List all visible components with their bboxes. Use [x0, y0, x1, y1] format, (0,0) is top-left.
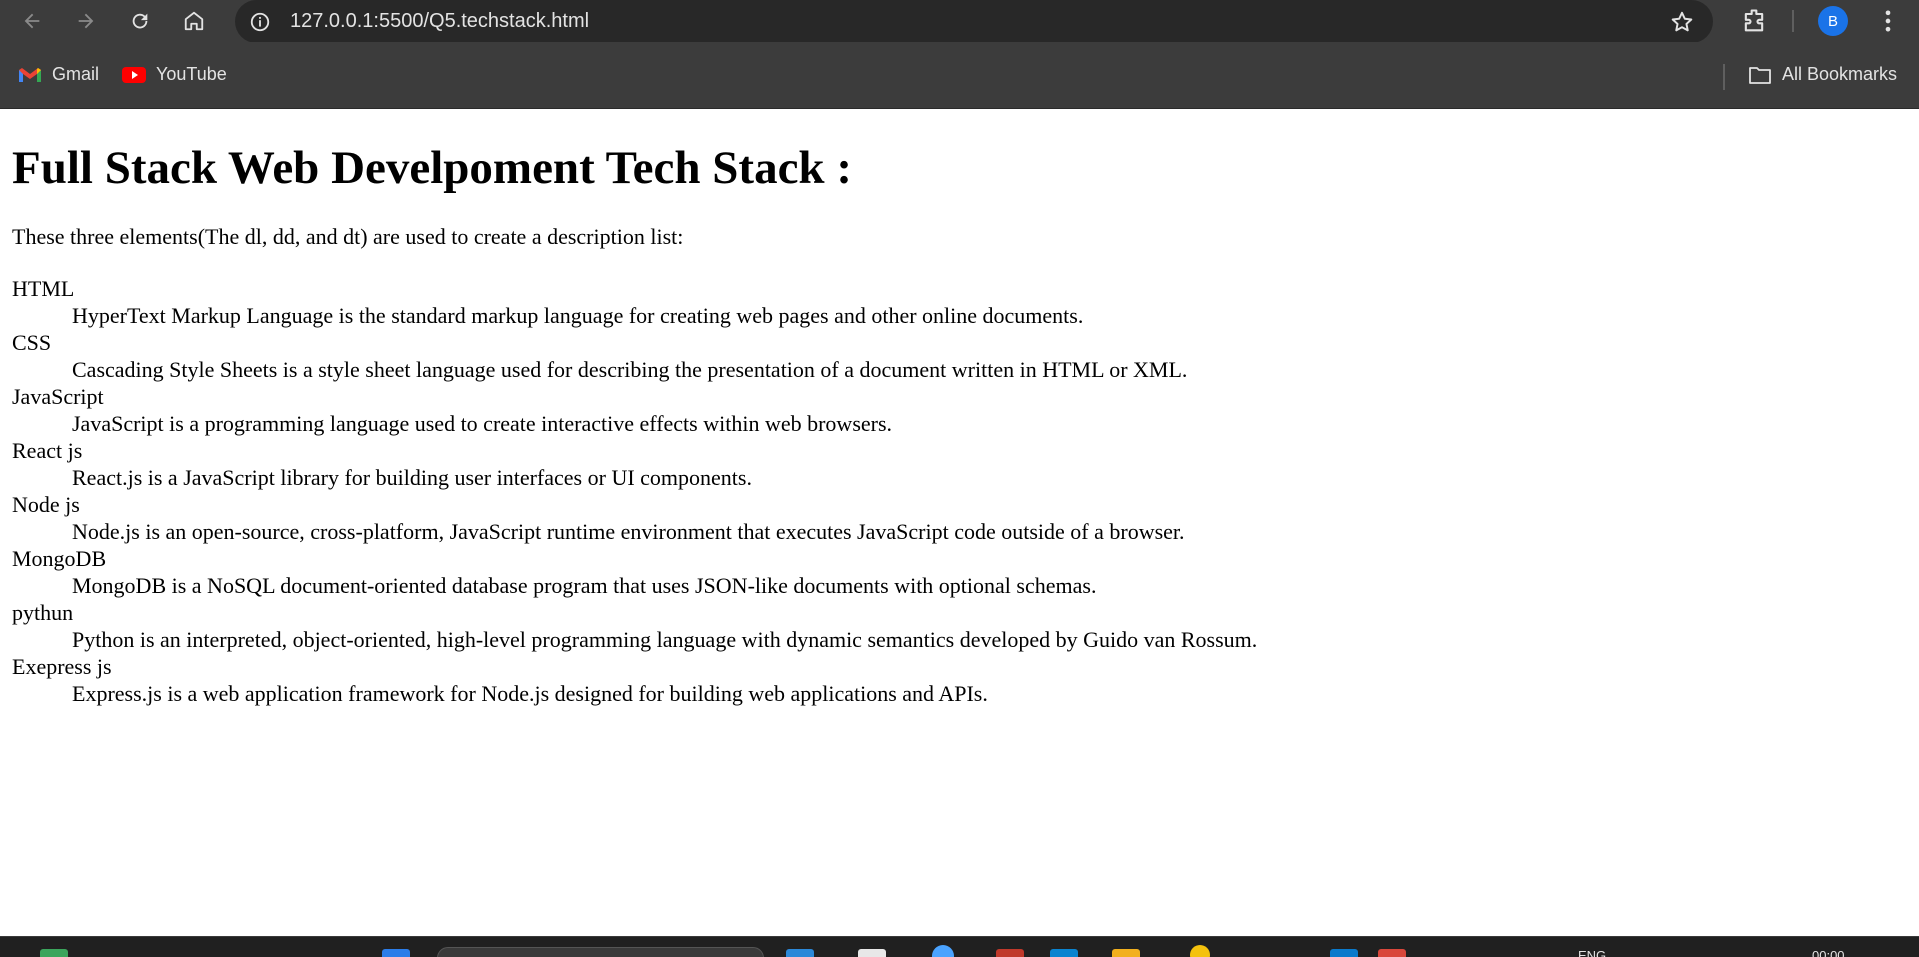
term-express: Exepress js [12, 654, 112, 679]
term-python: pythun [12, 600, 74, 625]
bookmark-gmail[interactable]: Gmail [18, 64, 99, 85]
term-html: HTML [12, 276, 75, 301]
browser-toolbar: 127.0.0.1:5500/Q5.techstack.html B [0, 0, 1919, 43]
folder-icon [1749, 66, 1771, 84]
bookmarks-divider [1723, 64, 1725, 90]
forward-button[interactable] [70, 5, 102, 37]
term-react: React js [12, 438, 83, 463]
intro-paragraph: These three elements(The dl, dd, and dt)… [12, 224, 684, 249]
back-button[interactable] [16, 5, 48, 37]
profile-avatar[interactable]: B [1818, 6, 1848, 36]
reload-button[interactable] [124, 5, 156, 37]
home-icon [184, 11, 204, 31]
term-node: Node js [12, 492, 80, 517]
term-javascript: JavaScript [12, 384, 104, 409]
description-javascript: JavaScript is a programming language use… [72, 411, 893, 436]
term-mongodb: MongoDB [12, 546, 107, 571]
bookmark-label: Gmail [52, 64, 100, 84]
description-html: HyperText Markup Language is the standar… [72, 303, 1084, 328]
description-list: HTML HyperText Markup Language is the st… [12, 275, 1907, 707]
term-css: CSS [12, 330, 52, 355]
bookmark-label: YouTube [156, 64, 227, 84]
url-text[interactable]: 127.0.0.1:5500/Q5.techstack.html [290, 10, 589, 33]
bookmark-star-icon[interactable] [1669, 9, 1695, 35]
description-express: Express.js is a web application framewor… [72, 681, 988, 706]
youtube-icon [122, 66, 146, 83]
description-mongodb: MongoDB is a NoSQL document-oriented dat… [72, 573, 1097, 598]
gmail-icon [19, 67, 41, 82]
more-menu-icon[interactable] [1874, 6, 1902, 36]
extensions-icon[interactable] [1740, 7, 1768, 35]
arrow-left-icon [24, 13, 40, 29]
description-python: Python is an interpreted, object-oriente… [72, 627, 1258, 652]
description-css: Cascading Style Sheets is a style sheet … [72, 357, 1188, 382]
arrow-right-icon [78, 13, 94, 29]
taskbar-badge [932, 945, 954, 957]
chrome-icon[interactable] [1190, 945, 1210, 957]
all-bookmarks-button[interactable]: All Bookmarks [1748, 64, 1897, 85]
all-bookmarks-label: All Bookmarks [1782, 64, 1898, 84]
os-taskbar: ENG 00:00 [0, 936, 1919, 957]
bookmark-youtube[interactable]: YouTube [122, 64, 227, 85]
page-heading: Full Stack Web Develpoment Tech Stack : [12, 142, 852, 194]
address-bar[interactable]: 127.0.0.1:5500/Q5.techstack.html [235, 0, 1713, 43]
site-info-icon[interactable] [249, 11, 271, 33]
page-content: Full Stack Web Develpoment Tech Stack : … [12, 108, 1907, 707]
toolbar-divider [1792, 10, 1794, 32]
reload-icon [132, 13, 148, 29]
description-node: Node.js is an open-source, cross-platfor… [72, 519, 1185, 544]
bookmarks-bar: Gmail YouTube All Bookmarks [0, 42, 1919, 109]
description-react: React.js is a JavaScript library for bui… [72, 465, 752, 490]
home-button[interactable] [178, 5, 210, 37]
